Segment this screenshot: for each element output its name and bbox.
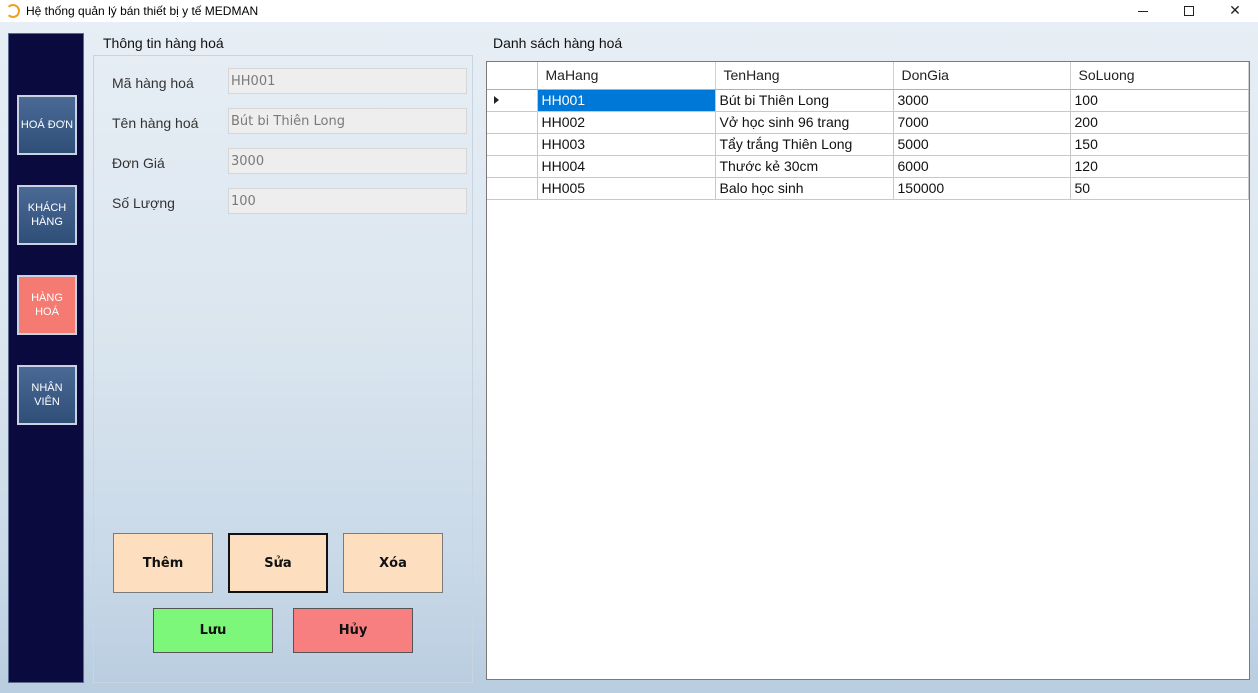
sidebar-item-employees[interactable]: NHÂN VIÊN bbox=[17, 365, 77, 425]
table-cell[interactable]: Tẩy trắng Thiên Long bbox=[715, 133, 894, 156]
edit-button[interactable]: Sửa bbox=[228, 533, 328, 593]
column-header-dongia[interactable]: DonGia bbox=[893, 62, 1071, 90]
column-header-tenhang[interactable]: TenHang bbox=[715, 62, 894, 90]
product-code-input[interactable]: HH001 bbox=[228, 68, 467, 94]
table-cell[interactable]: Vở học sinh 96 trang bbox=[715, 111, 894, 134]
row-header[interactable] bbox=[487, 155, 538, 178]
delete-button[interactable]: Xóa bbox=[343, 533, 443, 593]
table-row[interactable]: HH004 Thước kẻ 30cm 6000 120 bbox=[487, 155, 1249, 178]
table-cell[interactable]: 150 bbox=[1070, 133, 1249, 156]
table-cell[interactable]: 120 bbox=[1070, 155, 1249, 178]
window-controls: ✕ bbox=[1120, 0, 1258, 22]
row-header[interactable] bbox=[487, 133, 538, 156]
close-icon: ✕ bbox=[1229, 3, 1241, 19]
window-title: Hệ thống quản lý bán thiết bị y tế MEDMA… bbox=[26, 4, 259, 18]
table-cell[interactable]: 50 bbox=[1070, 177, 1249, 200]
column-header-mahang[interactable]: MaHang bbox=[537, 62, 716, 90]
row-header[interactable] bbox=[487, 111, 538, 134]
sidebar-item-customers[interactable]: KHÁCH HÀNG bbox=[17, 185, 77, 245]
minimize-button[interactable] bbox=[1120, 0, 1166, 22]
title-bar: Hệ thống quản lý bán thiết bị y tế MEDMA… bbox=[0, 0, 1258, 22]
table-cell[interactable]: Balo học sinh bbox=[715, 177, 894, 200]
table-cell[interactable]: Bút bi Thiên Long bbox=[715, 89, 894, 112]
sidebar-item-label: KHÁCH HÀNG bbox=[27, 202, 67, 228]
table-cell[interactable]: 200 bbox=[1070, 111, 1249, 134]
product-table: MaHang TenHang DonGia SoLuong HH001 Bút … bbox=[487, 62, 1249, 200]
table-cell[interactable]: HH005 bbox=[537, 177, 716, 200]
minimize-icon bbox=[1138, 10, 1148, 12]
current-row-icon bbox=[494, 96, 499, 104]
row-header[interactable] bbox=[487, 177, 538, 200]
table-cell[interactable]: HH002 bbox=[537, 111, 716, 134]
quantity-input[interactable]: 100 bbox=[228, 188, 467, 214]
sidebar-item-invoices[interactable]: HOÁ ĐƠN bbox=[17, 95, 77, 155]
product-name-input[interactable]: Bút bi Thiên Long bbox=[228, 108, 467, 134]
product-name-label: Tên hàng hoá bbox=[112, 115, 199, 131]
table-header-row: MaHang TenHang DonGia SoLuong bbox=[487, 62, 1249, 90]
sidebar-item-label: NHÂN VIÊN bbox=[31, 382, 63, 408]
add-button[interactable]: Thêm bbox=[113, 533, 213, 593]
table-cell[interactable]: HH004 bbox=[537, 155, 716, 178]
quantity-label: Số Lượng bbox=[112, 195, 175, 211]
cancel-button[interactable]: Hủy bbox=[293, 608, 413, 653]
table-row[interactable]: HH001 Bút bi Thiên Long 3000 100 bbox=[487, 89, 1249, 112]
product-grid[interactable]: MaHang TenHang DonGia SoLuong HH001 Bút … bbox=[486, 61, 1250, 680]
maximize-icon bbox=[1184, 6, 1194, 16]
table-cell[interactable]: 5000 bbox=[893, 133, 1071, 156]
table-cell[interactable]: 150000 bbox=[893, 177, 1071, 200]
row-header[interactable] bbox=[487, 89, 538, 112]
column-header-soluong[interactable]: SoLuong bbox=[1070, 62, 1249, 90]
table-cell[interactable]: Thước kẻ 30cm bbox=[715, 155, 894, 178]
product-code-label: Mã hàng hoá bbox=[112, 75, 194, 91]
unit-price-input[interactable]: 3000 bbox=[228, 148, 467, 174]
unit-price-label: Đơn Giá bbox=[112, 155, 165, 171]
table-row[interactable]: HH002 Vở học sinh 96 trang 7000 200 bbox=[487, 111, 1249, 134]
table-row[interactable]: HH005 Balo học sinh 150000 50 bbox=[487, 177, 1249, 200]
product-list-title: Danh sách hàng hoá bbox=[493, 35, 623, 51]
sidebar-item-label: HÀNG HOÁ bbox=[31, 292, 63, 318]
maximize-button[interactable] bbox=[1166, 0, 1212, 22]
table-cell[interactable]: 7000 bbox=[893, 111, 1071, 134]
sidebar-item-label: HOÁ ĐƠN bbox=[20, 119, 74, 131]
table-cell[interactable]: 100 bbox=[1070, 89, 1249, 112]
product-info-title: Thông tin hàng hoá bbox=[103, 35, 224, 51]
table-row[interactable]: HH003 Tẩy trắng Thiên Long 5000 150 bbox=[487, 133, 1249, 156]
sidebar: HOÁ ĐƠN KHÁCH HÀNG HÀNG HOÁ NHÂN VIÊN bbox=[8, 33, 84, 683]
table-cell[interactable]: HH001 bbox=[537, 89, 716, 112]
app-icon bbox=[6, 4, 20, 18]
table-cell[interactable]: 6000 bbox=[893, 155, 1071, 178]
row-header-corner bbox=[487, 62, 538, 90]
table-cell[interactable]: HH003 bbox=[537, 133, 716, 156]
table-cell[interactable]: 3000 bbox=[893, 89, 1071, 112]
close-button[interactable]: ✕ bbox=[1212, 0, 1258, 22]
sidebar-item-products[interactable]: HÀNG HOÁ bbox=[17, 275, 77, 335]
save-button[interactable]: Lưu bbox=[153, 608, 273, 653]
